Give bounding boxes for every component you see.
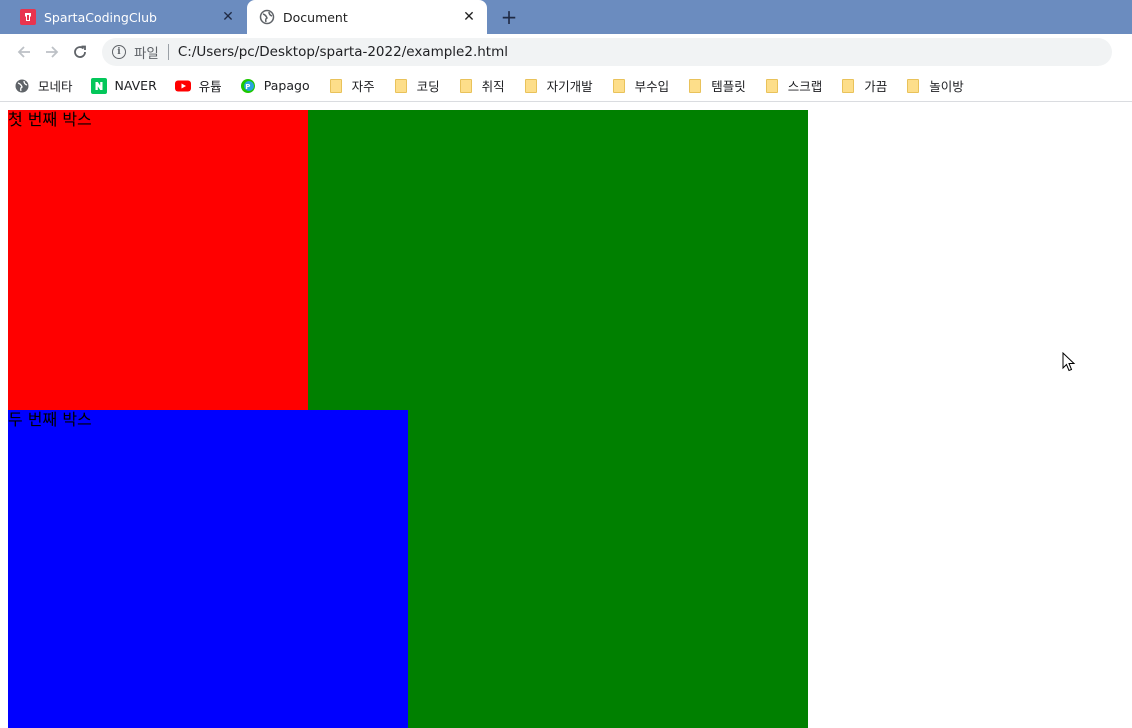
bookmark-label: 스크랩 (787, 79, 823, 94)
papago-icon: P (240, 78, 256, 94)
url-text[interactable]: C:/Users/pc/Desktop/sparta-2022/example2… (178, 44, 508, 60)
svg-text:P: P (245, 83, 250, 91)
bookmark-label: 취직 (481, 79, 505, 94)
bookmark-label: 코딩 (416, 79, 440, 94)
globe-icon (259, 9, 275, 25)
globe-icon (14, 78, 30, 94)
tab-title: SpartaCodingClub (44, 9, 157, 25)
bookmark-item[interactable]: P Papago (240, 74, 328, 98)
reload-icon (74, 45, 86, 58)
bookmark-folder[interactable]: 놀이방 (905, 74, 982, 98)
folder-icon (328, 78, 344, 94)
bookmark-folder[interactable]: 가끔 (840, 74, 905, 98)
folder-icon (458, 78, 474, 94)
folder-icon (687, 78, 703, 94)
bookmark-item[interactable]: 유튭 (174, 74, 240, 98)
bookmark-folder[interactable]: 스크랩 (764, 74, 841, 98)
close-tab-icon[interactable]: ✕ (218, 7, 238, 27)
folder-icon (393, 78, 409, 94)
bookmark-label: 부수입 (634, 79, 670, 94)
bookmark-label: 자주 (351, 79, 375, 94)
bookmark-label: Papago (263, 78, 310, 93)
toolbar: i 파일 C:/Users/pc/Desktop/sparta-2022/exa… (0, 34, 1132, 70)
mouse-cursor-icon (1062, 352, 1076, 372)
new-tab-button[interactable]: + (498, 5, 520, 29)
forward-button[interactable] (38, 38, 66, 66)
bookmark-item[interactable]: 모네타 (14, 74, 91, 98)
tab-title: Document (283, 9, 348, 25)
bookmark-label: 놀이방 (929, 79, 964, 94)
bookmark-folder[interactable]: 자기개발 (523, 74, 611, 98)
bookmark-folder[interactable]: 자주 (328, 74, 393, 98)
forward-arrow-icon (46, 46, 59, 58)
bookmark-item[interactable]: NAVER (90, 74, 175, 98)
folder-icon (764, 78, 780, 94)
page-viewport: 첫 번째 박스 두 번째 박스 (0, 102, 1132, 728)
bookmark-label: 모네타 (38, 79, 73, 94)
address-bar[interactable]: i 파일 C:/Users/pc/Desktop/sparta-2022/exa… (102, 38, 1112, 66)
bookmark-label: 자기개발 (546, 79, 593, 94)
sparta-logo-icon (20, 9, 36, 25)
scheme-label: 파일 (134, 46, 159, 62)
tab-document[interactable]: Document ✕ (247, 0, 487, 34)
bookmark-folder[interactable]: 부수입 (611, 74, 688, 98)
back-arrow-icon (17, 46, 30, 58)
close-tab-icon[interactable]: ✕ (459, 7, 479, 27)
info-icon[interactable]: i (112, 45, 126, 59)
bookmark-folder[interactable]: 취직 (458, 74, 523, 98)
tab-spartacodingclub[interactable]: SpartaCodingClub ✕ (8, 0, 246, 34)
folder-icon (523, 78, 539, 94)
browser-window: SpartaCodingClub ✕ Document ✕ + i 파일 C:/… (0, 0, 1132, 728)
green-container-box: 첫 번째 박스 두 번째 박스 (8, 110, 808, 728)
back-button[interactable] (10, 38, 38, 66)
youtube-icon (174, 78, 191, 94)
folder-icon (905, 78, 921, 94)
bookmark-label: NAVER (114, 78, 157, 93)
bookmark-label: 템플릿 (711, 79, 746, 94)
bookmarks-bar: 모네타 NAVER 유튭 P Papago 자주 코딩 취직 자기개발 부수입 … (0, 70, 1132, 102)
bookmark-label: 유튭 (198, 79, 222, 94)
tab-strip: SpartaCodingClub ✕ Document ✕ + (0, 0, 1132, 34)
folder-icon (611, 78, 627, 94)
first-box: 첫 번째 박스 (8, 110, 308, 410)
address-divider (167, 44, 169, 60)
bookmark-folder[interactable]: 템플릿 (687, 74, 764, 98)
folder-icon (840, 78, 856, 94)
naver-icon (90, 77, 107, 94)
second-box: 두 번째 박스 (8, 410, 408, 728)
reload-button[interactable] (66, 38, 94, 66)
bookmark-folder[interactable]: 코딩 (393, 74, 458, 98)
bookmark-label: 가끔 (864, 79, 888, 94)
